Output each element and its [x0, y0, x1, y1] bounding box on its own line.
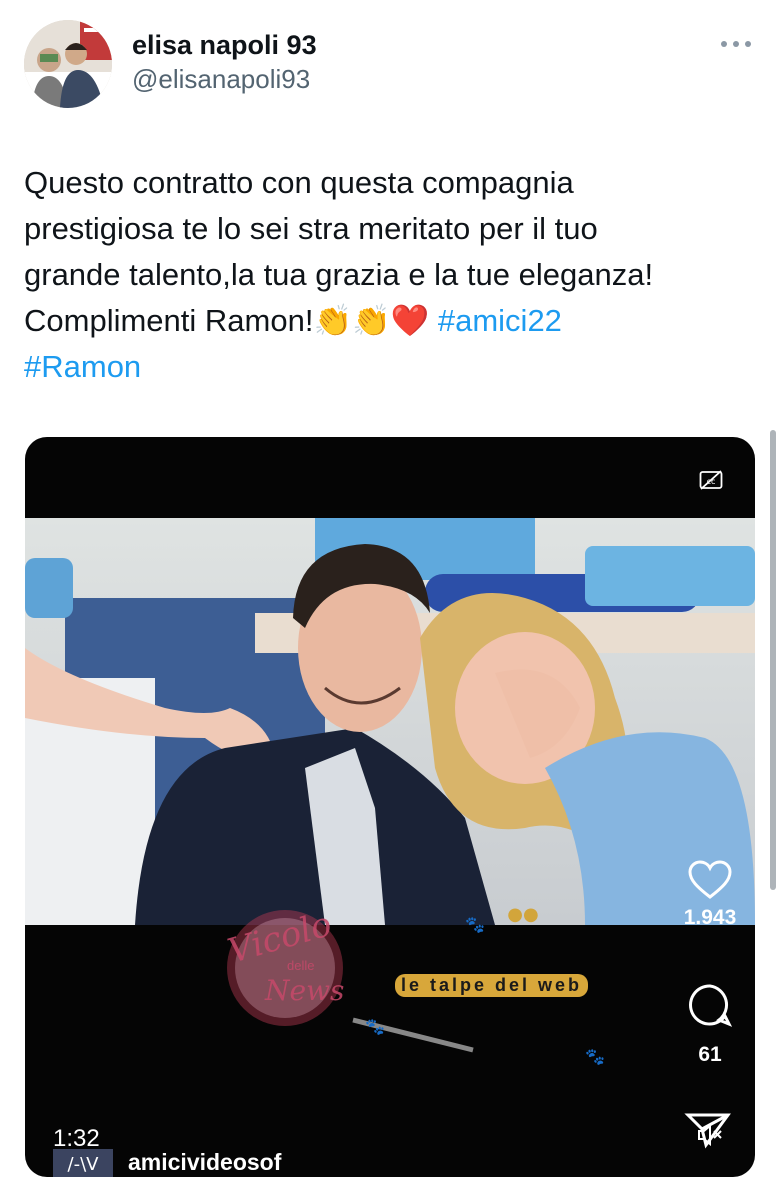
svg-text:🐾: 🐾 [365, 1017, 385, 1036]
display-name[interactable]: elisa napoli 93 [132, 28, 317, 62]
tweet-text: Questo contratto con questa compagnia pr… [24, 160, 744, 390]
user-handle[interactable]: @elisanapoli93 [132, 62, 317, 96]
watermark-right: le talpe del web [395, 974, 589, 997]
like-action[interactable]: 1.943 [665, 859, 755, 930]
watermark: ●● 🐾 🐾 🐾 Vicolo delle News le talpe del … [205, 902, 665, 1082]
heart-icon[interactable] [687, 859, 733, 901]
channel-logo-icon[interactable]: /-\V [53, 1149, 113, 1177]
avatar[interactable] [24, 20, 112, 108]
svg-text:●●: ●● [507, 904, 538, 925]
tweet-text-line: prestigiosa te lo sei stra meritato per … [24, 211, 598, 246]
video-frame[interactable] [25, 518, 755, 925]
tweet-text-fragment: Complimenti Ramon! [24, 303, 314, 338]
svg-text:🐾: 🐾 [465, 915, 485, 934]
captions-icon[interactable]: cc [699, 469, 723, 491]
video-card[interactable]: cc 1.943 61 ●● 🐾 🐾 🐾 Vicolo delle News l… [25, 437, 755, 1177]
watermark-sub: News [265, 974, 345, 1007]
hashtag-link[interactable]: #Ramon [24, 349, 141, 384]
comment-icon[interactable] [687, 982, 733, 1028]
tweet-text-line: Complimenti Ramon!👏👏❤️ #amici22 [24, 298, 744, 344]
like-count: 1.943 [683, 906, 737, 929]
comment-count: 61 [698, 1043, 722, 1066]
more-icon[interactable] [718, 34, 754, 54]
svg-text:/-\V: /-\V [68, 1154, 100, 1175]
scrollbar[interactable] [770, 430, 776, 890]
watermark-sub: delle [287, 958, 315, 973]
svg-text:🐾: 🐾 [585, 1047, 605, 1066]
tweet-text-line: grande talento,la tua grazia e la tue el… [24, 257, 654, 292]
tweet-text-line: Questo contratto con questa compagnia [24, 165, 574, 200]
hashtag-link[interactable]: #amici22 [438, 303, 562, 338]
channel-name[interactable]: amicivideosof [128, 1149, 281, 1176]
mute-icon[interactable] [696, 1123, 726, 1147]
tweet-header: elisa napoli 93 @elisanapoli93 [24, 20, 764, 112]
emoji-group: 👏👏❤️ [313, 303, 430, 339]
comment-action[interactable]: 61 [665, 982, 755, 1067]
